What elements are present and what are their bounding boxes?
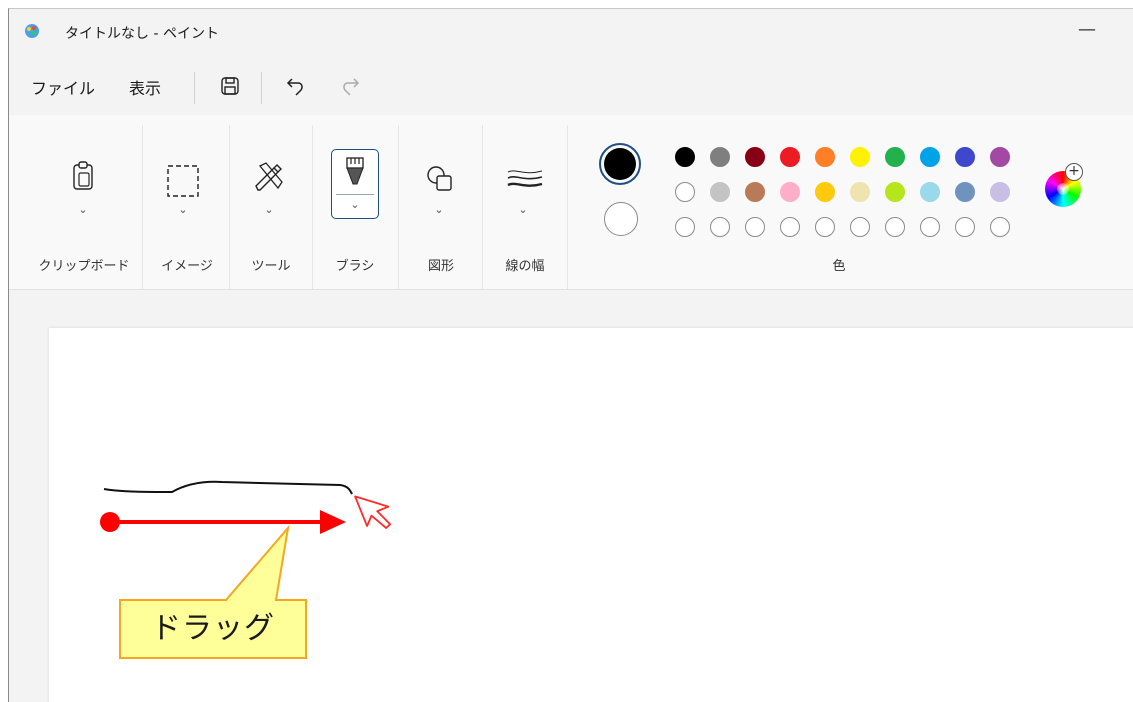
drag-arrow-head: [320, 510, 346, 534]
annotation-overlay: [100, 480, 391, 659]
callout-text: ドラッグ: [151, 611, 275, 646]
mouse-cursor-icon: [354, 495, 391, 529]
drawn-line: [103, 480, 353, 495]
